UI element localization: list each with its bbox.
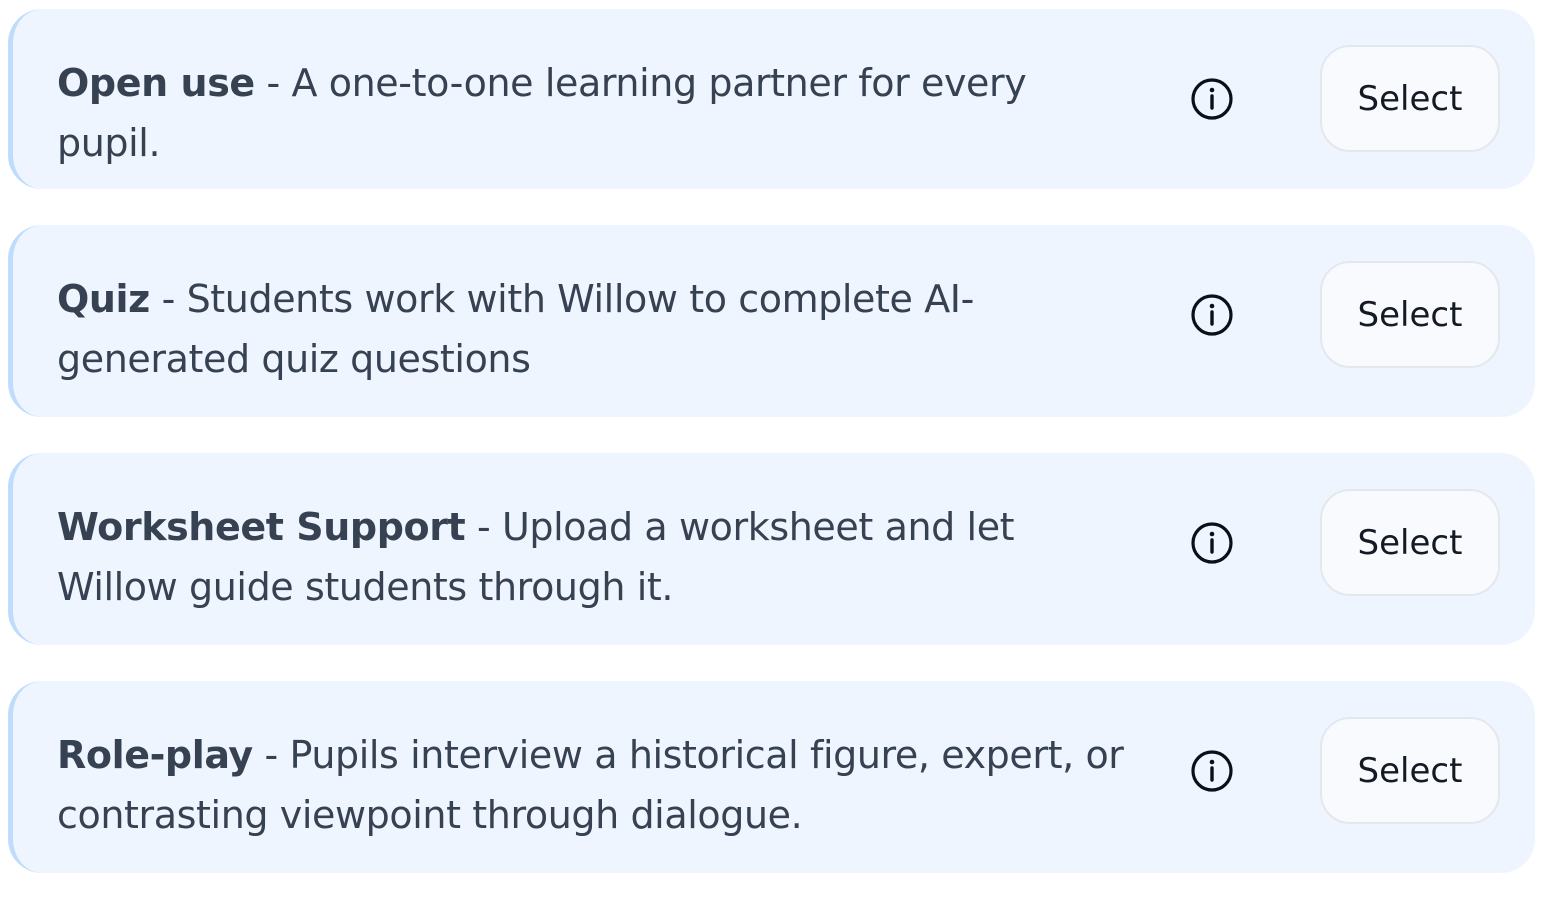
info-circle-icon[interactable] <box>1189 748 1235 794</box>
info-circle-icon-graphic <box>1191 78 1233 120</box>
mode-description-text: Quiz - Students work with Willow to comp… <box>57 269 1137 389</box>
mode-name: Worksheet Support <box>57 505 466 549</box>
mode-card-open-use: Open use - A one-to-one learning partner… <box>8 9 1535 189</box>
mode-description: Students work with Willow to complete AI… <box>57 277 974 381</box>
mode-list: Open use - A one-to-one learning partner… <box>8 9 1535 909</box>
mode-card-quiz: Quiz - Students work with Willow to comp… <box>8 225 1535 417</box>
mode-name: Quiz <box>57 277 150 321</box>
info-circle-icon[interactable] <box>1189 292 1235 338</box>
mode-description-text: Open use - A one-to-one learning partner… <box>57 53 1137 173</box>
select-button[interactable]: Select <box>1320 489 1500 596</box>
mode-description-text: Worksheet Support - Upload a worksheet a… <box>57 497 1137 617</box>
mode-separator: - <box>465 505 502 549</box>
info-circle-icon[interactable] <box>1189 520 1235 566</box>
info-circle-icon[interactable] <box>1189 76 1235 122</box>
mode-separator: - <box>149 277 187 321</box>
mode-description-text: Role-play - Pupils interview a historica… <box>57 725 1137 845</box>
info-circle-icon-graphic <box>1191 522 1233 564</box>
select-button[interactable]: Select <box>1320 45 1500 152</box>
mode-separator: - <box>252 733 290 777</box>
mode-card-worksheet-support: Worksheet Support - Upload a worksheet a… <box>8 453 1535 645</box>
mode-card-role-play: Role-play - Pupils interview a historica… <box>8 681 1535 873</box>
info-circle-icon-graphic <box>1191 294 1233 336</box>
mode-separator: - <box>254 61 292 105</box>
info-circle-icon-graphic <box>1191 750 1233 792</box>
mode-name: Open use <box>57 61 255 105</box>
select-button[interactable]: Select <box>1320 261 1500 368</box>
select-button[interactable]: Select <box>1320 717 1500 824</box>
mode-name: Role-play <box>57 733 253 777</box>
